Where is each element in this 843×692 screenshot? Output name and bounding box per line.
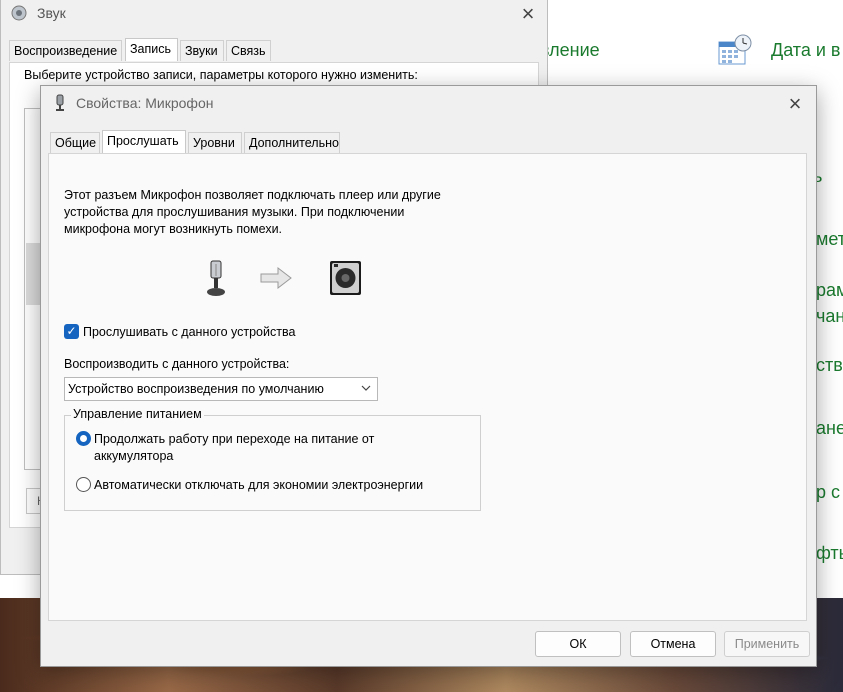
cp-link-partial[interactable]: ане: [816, 418, 843, 439]
radio-label: Продолжать работу при переходе на питани…: [94, 432, 375, 463]
microphone-icon: [207, 260, 225, 296]
close-icon[interactable]: ×: [785, 91, 805, 117]
cp-link-partial[interactable]: чан: [816, 306, 843, 327]
listen-checkbox[interactable]: ✓ Прослушивать с данного устройства: [64, 324, 295, 339]
apply-button[interactable]: Применить: [724, 631, 810, 657]
dialog-title: Свойства: Микрофон: [76, 95, 214, 111]
microphone-properties-dialog: Свойства: Микрофон × Общие Прослушать Ур…: [40, 85, 817, 667]
tab-playback[interactable]: Воспроизведение: [9, 40, 122, 61]
chevron-down-icon: [361, 385, 371, 391]
tab-general[interactable]: Общие: [50, 132, 100, 153]
cp-link-partial[interactable]: фты: [816, 543, 843, 564]
cp-link-partial[interactable]: ств: [816, 355, 843, 376]
radio-auto-disable[interactable]: Автоматически отключать для экономии эле…: [76, 477, 424, 494]
calendar-clock-icon: [718, 34, 752, 65]
tab-panel: Этот разъем Микрофон позволяет подключат…: [48, 153, 807, 621]
desktop: вление Дата и в ь мет рам чан ств ане р …: [0, 0, 843, 692]
cp-link-partial[interactable]: рам: [816, 280, 843, 301]
cp-link-partial[interactable]: мет: [816, 229, 843, 250]
radio-selected-icon[interactable]: [76, 431, 91, 446]
playback-device-select[interactable]: Устройство воспроизведения по умолчанию: [64, 377, 378, 401]
power-management-group: Управление питанием Продолжать работу пр…: [64, 407, 481, 511]
cp-link-partial[interactable]: р с: [816, 482, 840, 503]
tab-recording[interactable]: Запись: [125, 38, 178, 61]
speaker-icon: [11, 5, 27, 21]
window-title: Звук: [37, 5, 66, 21]
cancel-button[interactable]: Отмена: [630, 631, 716, 657]
close-icon[interactable]: ×: [518, 1, 538, 27]
ok-button[interactable]: ОК: [535, 631, 621, 657]
radio-unselected-icon[interactable]: [76, 477, 91, 492]
instruction-text: Выберите устройство записи, параметры ко…: [24, 68, 418, 82]
speaker-icon: [330, 261, 361, 295]
arrow-right-icon: [260, 267, 292, 289]
checkmark-icon[interactable]: ✓: [64, 324, 79, 339]
playback-device-value: Устройство воспроизведения по умолчанию: [68, 382, 324, 396]
tab-advanced[interactable]: Дополнительно: [244, 132, 340, 153]
listen-checkbox-label: Прослушивать с данного устройства: [83, 324, 296, 339]
group-title: Управление питанием: [71, 407, 204, 421]
tab-listen[interactable]: Прослушать: [102, 130, 186, 153]
microphone-icon: [56, 94, 64, 111]
tab-levels[interactable]: Уровни: [188, 132, 242, 153]
tab-communication[interactable]: Связь: [226, 40, 271, 61]
cp-link-partial[interactable]: вление: [540, 40, 600, 61]
description-text: Этот разъем Микрофон позволяет подключат…: [64, 188, 441, 236]
playback-device-label: Воспроизводить с данного устройства:: [64, 357, 290, 371]
radio-continue-on-battery[interactable]: Продолжать работу при переходе на питани…: [76, 431, 424, 465]
tab-sounds[interactable]: Звуки: [180, 40, 224, 61]
radio-label: Автоматически отключать для экономии эле…: [94, 478, 424, 492]
cp-link-date-time[interactable]: Дата и в: [771, 40, 840, 61]
